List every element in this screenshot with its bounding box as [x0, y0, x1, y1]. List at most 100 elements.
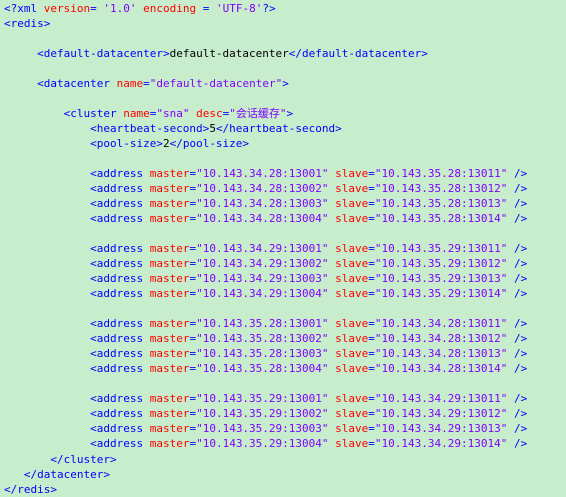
heartbeat-value: 5: [209, 122, 216, 135]
cluster-name-value: "sna": [156, 107, 190, 120]
address-line: <address master = "10.143.34.28:13001" sla…: [4, 166, 527, 181]
master-attr: master: [149, 407, 190, 420]
master-value: "10.143.34.28:13001": [196, 167, 329, 180]
equals-sign: =: [368, 212, 375, 225]
address-open-tag: <address: [90, 422, 144, 435]
master-attr: master: [149, 287, 190, 300]
cluster-desc-value: "会话缓存": [229, 107, 287, 120]
slave-attr: slave: [335, 347, 369, 360]
slave-attr: slave: [335, 362, 369, 375]
slave-attr: slave: [335, 317, 369, 330]
master-value: "10.143.35.29:13004": [196, 437, 329, 450]
address-line: <address master = "10.143.34.29:13003" sla…: [4, 271, 527, 286]
address-self-close: />: [513, 392, 528, 405]
slave-attr: slave: [335, 212, 369, 225]
master-attr: master: [149, 212, 190, 225]
address-self-close: />: [513, 362, 528, 375]
encoding-attr: encoding: [143, 2, 197, 15]
address-open-tag: <address: [90, 287, 144, 300]
cluster-close-tag: </cluster>: [50, 453, 117, 466]
master-attr: master: [149, 167, 190, 180]
address-line: <address master = "10.143.34.29:13001" sla…: [4, 241, 527, 256]
equals-sign: =: [368, 392, 375, 405]
master-attr: master: [149, 347, 190, 360]
pool-size-close-tag: </pool-size>: [169, 137, 250, 150]
master-value: "10.143.35.29:13003": [196, 422, 329, 435]
address-open-tag: <address: [90, 167, 144, 180]
default-datacenter-text: default-datacenter: [169, 47, 289, 60]
address-line: <address master = "10.143.34.28:13003" sla…: [4, 196, 527, 211]
equals-sign: =: [368, 182, 375, 195]
version-attr: version: [43, 2, 91, 15]
pool-size-line: <pool-size>2</pool-size>: [4, 136, 249, 151]
address-line: <address master = "10.143.34.29:13002" sla…: [4, 256, 527, 271]
master-attr: master: [149, 197, 190, 210]
address-open-tag: <address: [90, 437, 144, 450]
master-attr: master: [149, 317, 190, 330]
version-value: '1.0': [103, 2, 137, 15]
master-attr: master: [149, 272, 190, 285]
slave-value: "10.143.35.29:13014": [374, 287, 508, 300]
xml-code-editor[interactable]: <?xml version = '1.0' encoding = 'UTF-8'?…: [0, 0, 566, 496]
slave-attr: slave: [335, 272, 369, 285]
equals-sign: =: [368, 422, 375, 435]
address-line: <address master = "10.143.35.29:13001" sla…: [4, 391, 527, 406]
slave-value: "10.143.34.28:13013": [374, 347, 508, 360]
slave-attr: slave: [335, 422, 369, 435]
address-self-close: />: [513, 422, 528, 435]
address-line: <address master = "10.143.35.28:13002" sla…: [4, 331, 527, 346]
slave-attr: slave: [335, 407, 369, 420]
slave-attr: slave: [335, 392, 369, 405]
master-value: "10.143.34.29:13001": [196, 242, 329, 255]
datacenter-open-line: <datacenter name="default-datacenter">: [37, 77, 289, 90]
master-value: "10.143.35.28:13002": [196, 332, 329, 345]
address-self-close: />: [513, 332, 528, 345]
slave-attr: slave: [335, 182, 369, 195]
master-value: "10.143.34.28:13004": [196, 212, 329, 225]
slave-value: "10.143.35.28:13014": [374, 212, 508, 225]
slave-value: "10.143.34.28:13014": [374, 362, 508, 375]
equals-sign: =: [368, 242, 375, 255]
master-attr: master: [149, 437, 190, 450]
address-self-close: />: [513, 257, 528, 270]
equals-sign: =: [368, 272, 375, 285]
slave-value: "10.143.34.29:13011": [374, 392, 508, 405]
slave-value: "10.143.34.28:13011": [374, 317, 508, 330]
cluster-desc-attr: desc: [196, 107, 223, 120]
equals-sign: =: [368, 332, 375, 345]
master-value: "10.143.35.28:13004": [196, 362, 329, 375]
datacenter-name-value: "default-datacenter": [149, 77, 283, 90]
cluster-close-line: </cluster>: [4, 452, 117, 467]
slave-attr: slave: [335, 437, 369, 450]
address-self-close: />: [513, 317, 528, 330]
address-line: <address master = "10.143.35.28:13001" sla…: [4, 316, 527, 331]
slave-value: "10.143.34.29:13012": [374, 407, 508, 420]
master-attr: master: [149, 257, 190, 270]
address-self-close: />: [513, 212, 528, 225]
address-self-close: />: [513, 287, 528, 300]
slave-attr: slave: [335, 197, 369, 210]
address-open-tag: <address: [90, 392, 144, 405]
master-value: "10.143.35.28:13003": [196, 347, 329, 360]
address-open-tag: <address: [90, 317, 144, 330]
datacenter-gt: >: [282, 77, 289, 90]
address-line: <address master = "10.143.34.28:13002" sla…: [4, 181, 527, 196]
address-line: <address master = "10.143.35.29:13002" sla…: [4, 406, 527, 421]
slave-attr: slave: [335, 242, 369, 255]
datacenter-close-line: </datacenter>: [4, 467, 110, 482]
address-self-close: />: [513, 407, 528, 420]
slave-value: "10.143.34.29:13014": [374, 437, 508, 450]
pool-size-open-tag: <pool-size>: [90, 137, 163, 150]
master-attr: master: [149, 332, 190, 345]
address-self-close: />: [513, 167, 528, 180]
master-value: "10.143.34.28:13003": [196, 197, 329, 210]
address-self-close: />: [513, 197, 528, 210]
slave-attr: slave: [335, 332, 369, 345]
slave-value: "10.143.35.29:13012": [374, 257, 508, 270]
equals-sign: =: [368, 167, 375, 180]
address-open-tag: <address: [90, 197, 144, 210]
equals-sign: =: [368, 437, 375, 450]
equals-sign: =: [368, 197, 375, 210]
redis-close-tag: </redis>: [4, 483, 57, 496]
encoding-value: 'UTF-8': [215, 2, 263, 15]
